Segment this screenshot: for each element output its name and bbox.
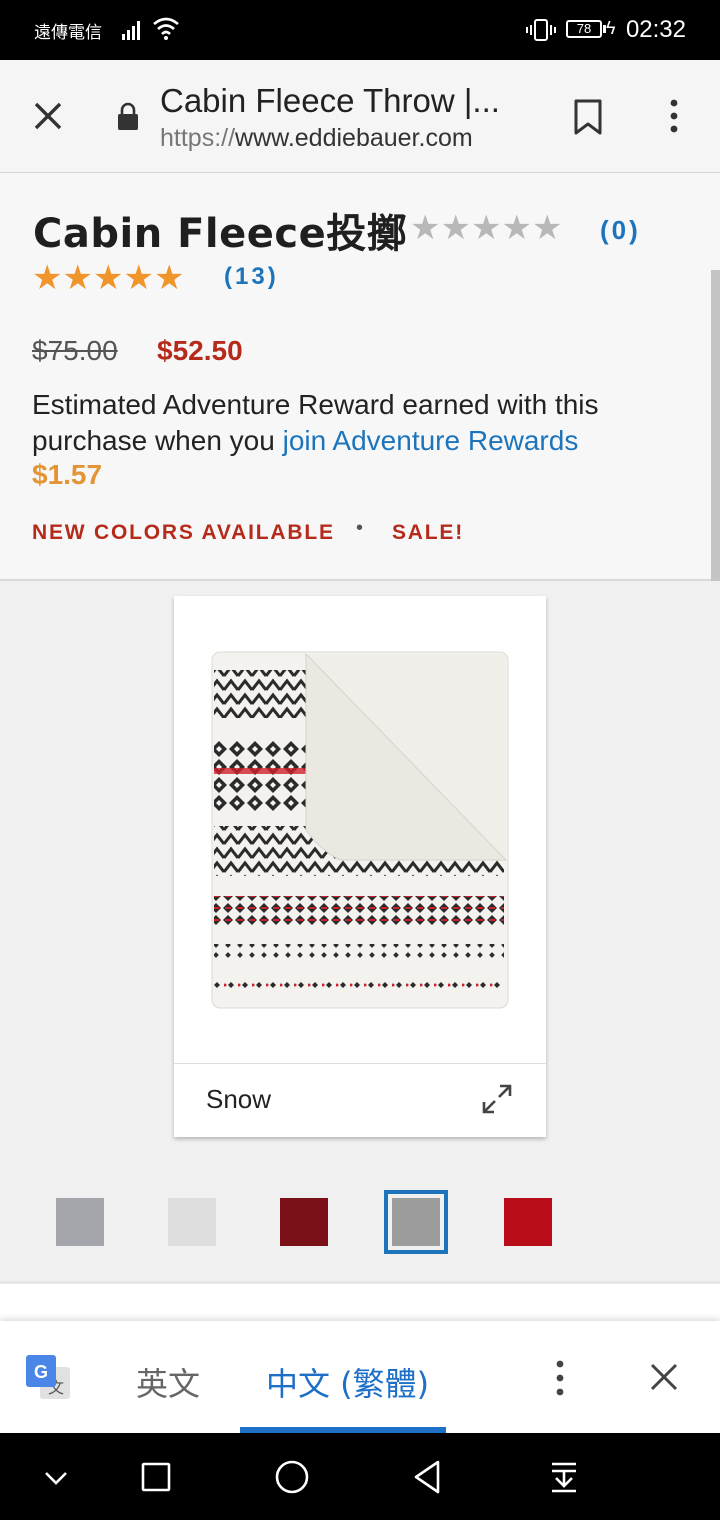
product-image-card[interactable]: Snow bbox=[174, 596, 546, 1137]
close-icon[interactable] bbox=[30, 98, 66, 134]
scrollbar[interactable] bbox=[711, 270, 720, 596]
swatch-red-black-plaid[interactable] bbox=[280, 1198, 328, 1246]
review-count-link[interactable]: (13) bbox=[224, 263, 279, 291]
new-colors-badge: NEW COLORS AVAILABLE bbox=[32, 521, 335, 544]
carrier-name: 遠傳電信 bbox=[34, 23, 102, 43]
join-rewards-link[interactable]: join Adventure Rewards bbox=[283, 425, 579, 456]
badge-separator: • bbox=[356, 517, 364, 539]
swatch-red[interactable] bbox=[504, 1198, 552, 1246]
rating-stars-translated[interactable]: ★★★★★ bbox=[410, 211, 562, 245]
home-icon[interactable] bbox=[274, 1459, 310, 1495]
color-name: Snow bbox=[206, 1084, 272, 1114]
google-translate-icon[interactable]: 文 G bbox=[26, 1355, 72, 1401]
sale-price: $52.50 bbox=[157, 335, 243, 366]
star-icon: ★ bbox=[440, 209, 471, 247]
back-icon[interactable] bbox=[410, 1459, 446, 1495]
tab-target-language[interactable]: 中文 (繁體) bbox=[266, 1359, 429, 1405]
status-bar: 遠傳電信 78 ϟ 02:32 bbox=[0, 0, 720, 60]
product-title: Cabin Fleece投擲 bbox=[33, 211, 408, 257]
charging-icon: ϟ bbox=[606, 18, 616, 38]
navigation-bar bbox=[0, 1433, 720, 1520]
swatch-white-grey[interactable] bbox=[168, 1198, 216, 1246]
more-vert-icon[interactable] bbox=[550, 1359, 570, 1397]
original-price: $75.00 bbox=[32, 335, 118, 366]
star-icon: ★ bbox=[501, 209, 532, 247]
swatch-fair-isle-selected[interactable] bbox=[384, 1190, 448, 1254]
star-icon: ★ bbox=[410, 209, 441, 247]
star-icon: ★ bbox=[92, 259, 124, 297]
swatch-grey[interactable] bbox=[56, 1198, 104, 1246]
tab-source-language[interactable]: 英文 bbox=[136, 1359, 200, 1405]
star-icon: ★ bbox=[531, 209, 563, 247]
url-scheme: https:// bbox=[160, 124, 236, 152]
more-vert-icon[interactable] bbox=[662, 98, 686, 134]
wifi-icon bbox=[153, 17, 179, 40]
product-info: Cabin Fleece投擲 ★★★★★ (0) ★★★★★ (13) $75.… bbox=[0, 173, 720, 581]
recents-icon[interactable] bbox=[138, 1459, 174, 1495]
chevron-down-icon[interactable] bbox=[38, 1459, 74, 1495]
expand-icon[interactable] bbox=[482, 1084, 512, 1114]
star-icon: ★ bbox=[153, 259, 185, 297]
star-icon: ★ bbox=[470, 209, 502, 247]
product-gallery: Snow bbox=[0, 581, 720, 1281]
product-image bbox=[211, 651, 509, 1009]
card-divider bbox=[174, 1063, 546, 1064]
vibrate-icon bbox=[526, 19, 556, 41]
lock-icon bbox=[118, 102, 138, 130]
signal-icon bbox=[122, 18, 144, 40]
page-title: Cabin Fleece Throw |... bbox=[160, 82, 500, 119]
content-strip bbox=[0, 1281, 720, 1321]
battery-icon: 78 bbox=[566, 20, 602, 38]
close-icon[interactable] bbox=[646, 1359, 682, 1395]
bookmark-icon[interactable] bbox=[572, 98, 604, 136]
clock: 02:32 bbox=[625, 16, 686, 43]
page-url: https://www.eddiebauer.com bbox=[160, 124, 473, 153]
sale-badge: SALE! bbox=[392, 521, 464, 544]
review-count-translated[interactable]: (0) bbox=[600, 215, 641, 246]
star-icon: ★ bbox=[62, 259, 93, 297]
url-host: www.eddiebauer.com bbox=[235, 124, 473, 152]
reward-text: Estimated Adventure Reward earned with t… bbox=[32, 387, 682, 459]
custom-tab-toolbar: Cabin Fleece Throw |... https://www.eddi… bbox=[0, 60, 720, 173]
notification-pulldown-icon[interactable] bbox=[546, 1459, 582, 1495]
star-icon: ★ bbox=[32, 259, 63, 297]
rating-stars[interactable]: ★★★★★ bbox=[32, 261, 184, 295]
reward-amount: $1.57 bbox=[32, 459, 103, 490]
translate-bar: 文 G 英文 中文 (繁體) bbox=[0, 1321, 720, 1433]
svg-text:G: G bbox=[34, 1362, 48, 1382]
star-icon: ★ bbox=[123, 259, 154, 297]
